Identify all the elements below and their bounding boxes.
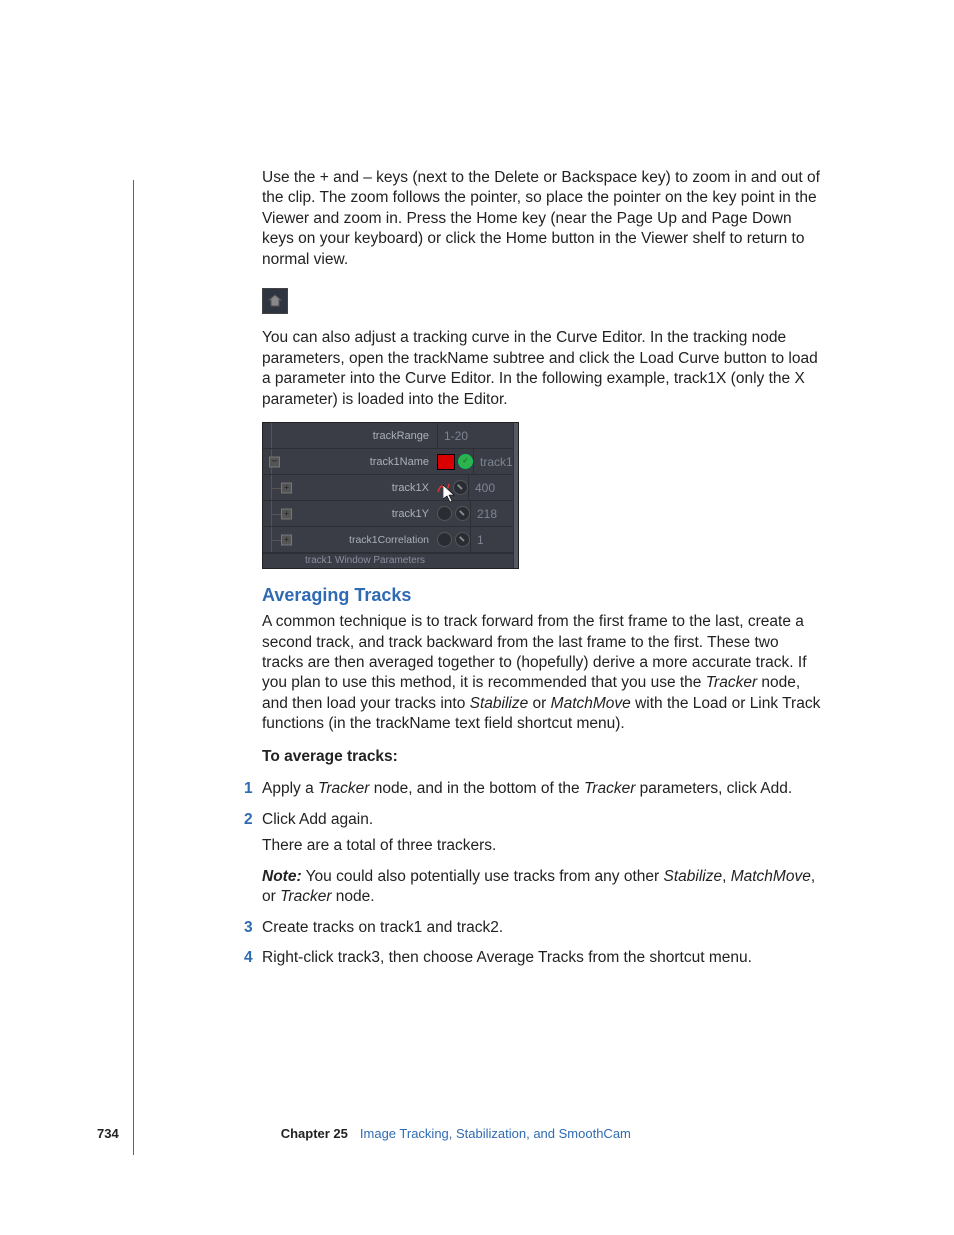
- keyframe-icon[interactable]: [453, 480, 468, 495]
- param-row-track1name: − track1Name ✓ track1: [263, 449, 513, 475]
- clock-icon[interactable]: [437, 532, 452, 547]
- text-italic: Stabilize: [470, 695, 529, 712]
- body-paragraph-1: Use the + and – keys (next to the Delete…: [262, 168, 822, 270]
- text: parameters, click Add.: [635, 780, 792, 797]
- text: Right-click track3, then choose Average …: [262, 949, 752, 966]
- step-number: 4: [244, 948, 253, 968]
- note: Note: You could also potentially use tra…: [262, 867, 822, 908]
- param-row-track1x: + track1X 400: [263, 475, 513, 501]
- page-footer: 734 Chapter 25 Image Tracking, Stabiliza…: [97, 1126, 631, 1141]
- tracker-parameters-panel: trackRange 1-20 − track1Name ✓ track1: [262, 422, 519, 569]
- left-rule: [133, 180, 134, 1155]
- step-4: 4 Right-click track3, then choose Averag…: [262, 948, 822, 968]
- text: Create tracks on track1 and track2.: [262, 919, 503, 936]
- param-label: track1Correlation: [305, 534, 435, 546]
- scrollbar[interactable]: [513, 423, 518, 568]
- color-swatch[interactable]: [437, 454, 455, 470]
- text-italic: Tracker: [318, 780, 369, 797]
- expand-icon[interactable]: +: [281, 482, 292, 493]
- note-label: Note:: [262, 868, 302, 885]
- text-italic: MatchMove: [731, 868, 811, 885]
- clock-icon[interactable]: [437, 506, 452, 521]
- collapse-icon[interactable]: −: [269, 456, 280, 467]
- text: or: [528, 695, 550, 712]
- step-1: 1 Apply a Tracker node, and in the botto…: [262, 779, 822, 799]
- param-label: track1Y: [305, 508, 435, 520]
- expand-icon[interactable]: +: [281, 508, 292, 519]
- step-2: 2 Click Add again. There are a total of …: [262, 810, 822, 908]
- chapter-label: Chapter 25: [281, 1126, 348, 1141]
- step-number: 1: [244, 779, 253, 799]
- param-row-overflow: track1 Window Parameters: [263, 553, 513, 568]
- param-label: track1X: [305, 482, 435, 494]
- enabled-toggle-icon[interactable]: ✓: [458, 454, 473, 469]
- text: ,: [722, 868, 731, 885]
- text-italic: MatchMove: [551, 695, 631, 712]
- param-label: trackRange: [305, 430, 435, 442]
- param-row-track1correlation: + track1Correlation 1: [263, 527, 513, 553]
- body-paragraph-2: You can also adjust a tracking curve in …: [262, 328, 822, 410]
- step-number: 3: [244, 918, 253, 938]
- text-italic: Tracker: [280, 888, 331, 905]
- param-value[interactable]: 400: [468, 475, 513, 500]
- param-label: track1Name: [305, 456, 435, 468]
- param-value[interactable]: 218: [470, 501, 513, 526]
- home-button-icon: [262, 288, 288, 314]
- text: Click Add again.: [262, 811, 373, 828]
- step-list: 1 Apply a Tracker node, and in the botto…: [262, 779, 822, 968]
- section-heading: Averaging Tracks: [262, 585, 822, 606]
- text-italic: Stabilize: [663, 868, 722, 885]
- text: Apply a: [262, 780, 318, 797]
- averaging-intro: A common technique is to track forward f…: [262, 612, 822, 735]
- step-number: 2: [244, 810, 253, 830]
- step-sub-text: There are a total of three trackers.: [262, 836, 822, 856]
- page-content: Use the + and – keys (next to the Delete…: [262, 168, 822, 978]
- expand-icon[interactable]: +: [281, 534, 292, 545]
- task-heading: To average tracks:: [262, 747, 822, 767]
- step-3: 3 Create tracks on track1 and track2.: [262, 918, 822, 938]
- text: You could also potentially use tracks fr…: [302, 868, 664, 885]
- param-value[interactable]: 1: [470, 527, 513, 552]
- text: node, and in the bottom of the: [369, 780, 584, 797]
- text-italic: Tracker: [706, 674, 757, 691]
- keyframe-icon[interactable]: [455, 532, 470, 547]
- text-italic: Tracker: [584, 780, 635, 797]
- load-curve-icon[interactable]: [437, 481, 450, 494]
- keyframe-icon[interactable]: [455, 506, 470, 521]
- param-row-track1y: + track1Y 218: [263, 501, 513, 527]
- chapter-title: Image Tracking, Stabilization, and Smoot…: [360, 1126, 631, 1141]
- home-icon: [267, 293, 283, 309]
- page-number: 734: [97, 1126, 119, 1141]
- text: node.: [331, 888, 374, 905]
- param-value[interactable]: track1: [473, 449, 513, 474]
- param-value[interactable]: 1-20: [437, 423, 513, 448]
- param-row-trackrange: trackRange 1-20: [263, 423, 513, 449]
